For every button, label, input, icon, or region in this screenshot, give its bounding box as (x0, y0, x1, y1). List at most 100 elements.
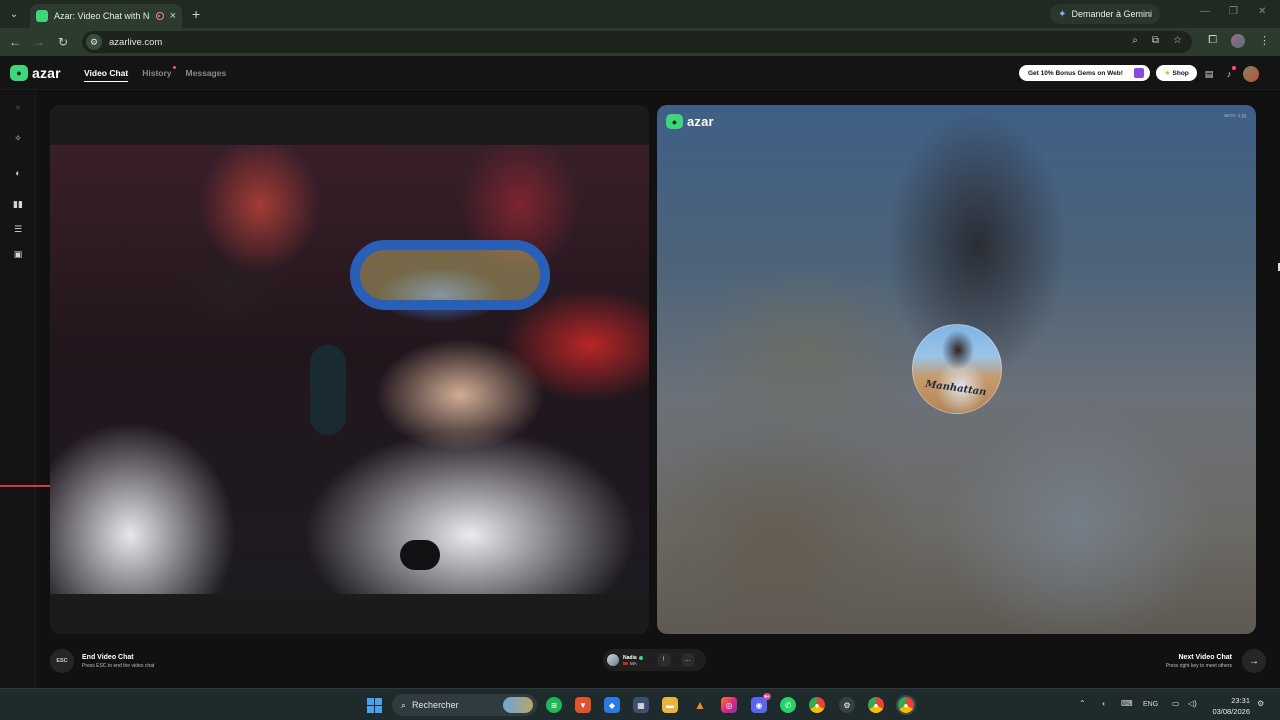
restore-icon[interactable]: ❐ (1229, 6, 1238, 17)
install-app-icon[interactable]: ⧉ (1152, 35, 1159, 46)
chrome-active-icon[interactable]: ● (896, 695, 916, 715)
end-video-chat-control[interactable]: ESC End Video Chat Press ESC to end the … (50, 649, 154, 673)
bonus-gems-button[interactable]: Get 10% Bonus Gems on Web! (1019, 65, 1150, 81)
next-arrow-button[interactable]: → (1242, 649, 1266, 673)
peer-info-pill[interactable]: Nadia MA ! … (603, 649, 706, 671)
clock-time: 23:31 (1231, 696, 1250, 705)
nav-history[interactable]: History (142, 66, 176, 78)
store-icon[interactable]: ▦ (633, 697, 649, 713)
extensions-icon[interactable]: ⧠ (1208, 34, 1217, 48)
video-chat-area: ● azar WKTH-1jQ Manhattan ESC End Video … (0, 91, 1280, 688)
search-label: Rechercher (412, 700, 459, 710)
inbox-icon[interactable]: ▤ (1204, 69, 1214, 79)
shop-label: Shop (1172, 69, 1189, 77)
peer-mini-avatar (607, 654, 619, 666)
spotify-icon[interactable]: ≋ (546, 697, 562, 713)
tab-search-chevron-icon[interactable]: ⌄ (4, 4, 24, 24)
back-arrow-icon[interactable]: ← (3, 35, 27, 49)
tab-title: Azar: Video Chat with New (54, 11, 150, 21)
history-notification-dot (172, 66, 176, 69)
nav-video-chat[interactable]: Video Chat (84, 68, 129, 82)
profile-avatar[interactable] (1231, 34, 1245, 48)
microphone-icon[interactable]: ◖ (1101, 699, 1106, 708)
network-icon[interactable]: ▭ (1172, 699, 1180, 708)
headset-shape (310, 345, 346, 435)
windows-start-icon[interactable] (367, 698, 382, 713)
peer-country: MA (630, 660, 637, 666)
peer-country-row: MA (623, 661, 643, 666)
main-nav: Video Chat History Messages (84, 66, 227, 82)
layout-side-by-side-icon[interactable]: ▮▮ (12, 198, 24, 210)
nav-messages[interactable]: Messages (186, 68, 227, 78)
peer-video-panel: ● azar WKTH-1jQ Manhattan (657, 105, 1256, 634)
search-highlight-image (503, 697, 533, 713)
azar-logo-icon: ● (10, 65, 28, 81)
layout-stacked-icon[interactable]: ☰ (12, 223, 24, 235)
keyboard-icon[interactable]: ⌨ (1121, 699, 1133, 708)
browser-toolbar: ← → ↻ ⚙ azarlive.com ⌕ ⧉ ☆ ⧠ ⋮ (0, 28, 1280, 56)
vlc-icon[interactable]: ▲ (692, 697, 708, 713)
instagram-icon[interactable]: ◎ (721, 697, 737, 713)
more-menu-icon[interactable]: ⋮ (1259, 34, 1270, 48)
bell-notification-dot (1232, 66, 1236, 70)
language-indicator[interactable]: ENG (1143, 701, 1158, 708)
promo-label: Get 10% Bonus Gems on Web! (1028, 69, 1123, 77)
file-explorer-icon[interactable]: ▬ (662, 697, 678, 713)
recording-icon (155, 12, 164, 20)
azar-logo[interactable]: ● azar (10, 65, 61, 81)
window-close-icon[interactable]: ✕ (1258, 6, 1266, 17)
peer-azar-logo-text: azar (687, 114, 714, 129)
filter-icon[interactable]: ◐ (12, 167, 24, 179)
browser-tab-azar[interactable]: Azar: Video Chat with New × (30, 4, 182, 28)
chrome-icon[interactable]: ● (809, 697, 825, 713)
shop-button[interactable]: ★ Shop (1156, 65, 1197, 81)
peer-azar-logo-icon: ● (666, 114, 683, 129)
online-status-dot (638, 655, 643, 660)
expand-rail-icon[interactable]: » (12, 101, 24, 113)
peer-photo-caption: Manhattan (924, 378, 988, 399)
url-text: azarlive.com (109, 36, 163, 48)
site-info-icon[interactable]: ⚙ (86, 34, 102, 50)
chat-bubble-icon[interactable]: … (680, 653, 695, 667)
magic-wand-icon[interactable]: ✧ (12, 132, 24, 144)
microphone-shape (400, 540, 440, 570)
zoom-icon[interactable]: ⌕ (1132, 35, 1138, 46)
address-bar[interactable]: ⚙ azarlive.com ⌕ ⧉ ☆ (82, 31, 1192, 53)
gem-star-icon: ★ (1164, 70, 1171, 77)
azar-header: ● azar Video Chat History Messages Get 1… (0, 56, 1280, 90)
notification-center-icon[interactable]: ⚙ (1257, 699, 1264, 708)
settings-app-icon[interactable]: ⚙ (839, 697, 855, 713)
clock-date: 03/08/2026 (1212, 707, 1250, 716)
chrome-profile-icon[interactable]: ● (868, 697, 884, 713)
forward-arrow-icon[interactable]: → (27, 35, 51, 49)
azar-logo-text: azar (32, 65, 61, 81)
discord-icon[interactable]: ◉ 9+ (751, 693, 771, 713)
defender-shield-icon[interactable]: ◆ (604, 697, 620, 713)
report-shield-icon[interactable]: ! (656, 653, 671, 667)
gemini-sparkle-icon: ✦ (1058, 8, 1067, 20)
gift-icon (1134, 68, 1144, 78)
layout-pip-icon[interactable]: ▣ (12, 248, 24, 260)
bell-icon[interactable]: ♪ (1224, 66, 1236, 79)
taskbar-search[interactable]: ⌕ Rechercher (392, 694, 537, 716)
system-clock[interactable]: 23:31 03/08/2026 (1212, 695, 1250, 717)
tray-chevron-icon[interactable]: ⌃ (1079, 699, 1086, 708)
tab-close-icon[interactable]: × (170, 10, 176, 22)
minimize-icon[interactable]: — (1200, 6, 1210, 17)
esc-button[interactable]: ESC (50, 649, 74, 673)
user-avatar[interactable] (1243, 66, 1259, 82)
gemini-button[interactable]: ✦ Demander à Gemini (1050, 4, 1160, 24)
nav-history-label: History (142, 68, 172, 78)
next-video-chat-control[interactable]: Next Video Chat Press right key to meet … (1166, 649, 1266, 673)
brave-icon[interactable]: ▼ (575, 697, 591, 713)
search-icon: ⌕ (401, 699, 407, 710)
windows-taskbar: ⌕ Rechercher ≋ ▼ ◆ ▦ ▬ ▲ ◎ ◉ 9+ ✆ ● ⚙ ● ●… (0, 688, 1280, 720)
discord-badge: 9+ (763, 693, 771, 700)
whatsapp-icon[interactable]: ✆ (780, 697, 796, 713)
new-tab-button[interactable]: + (192, 6, 200, 22)
next-chat-hint: Press right key to meet others (1165, 662, 1232, 669)
gemini-label: Demander à Gemini (1071, 9, 1152, 19)
bookmark-star-icon[interactable]: ☆ (1173, 35, 1182, 46)
reload-icon[interactable]: ↻ (51, 35, 75, 49)
volume-icon[interactable]: ◁) (1188, 699, 1197, 708)
